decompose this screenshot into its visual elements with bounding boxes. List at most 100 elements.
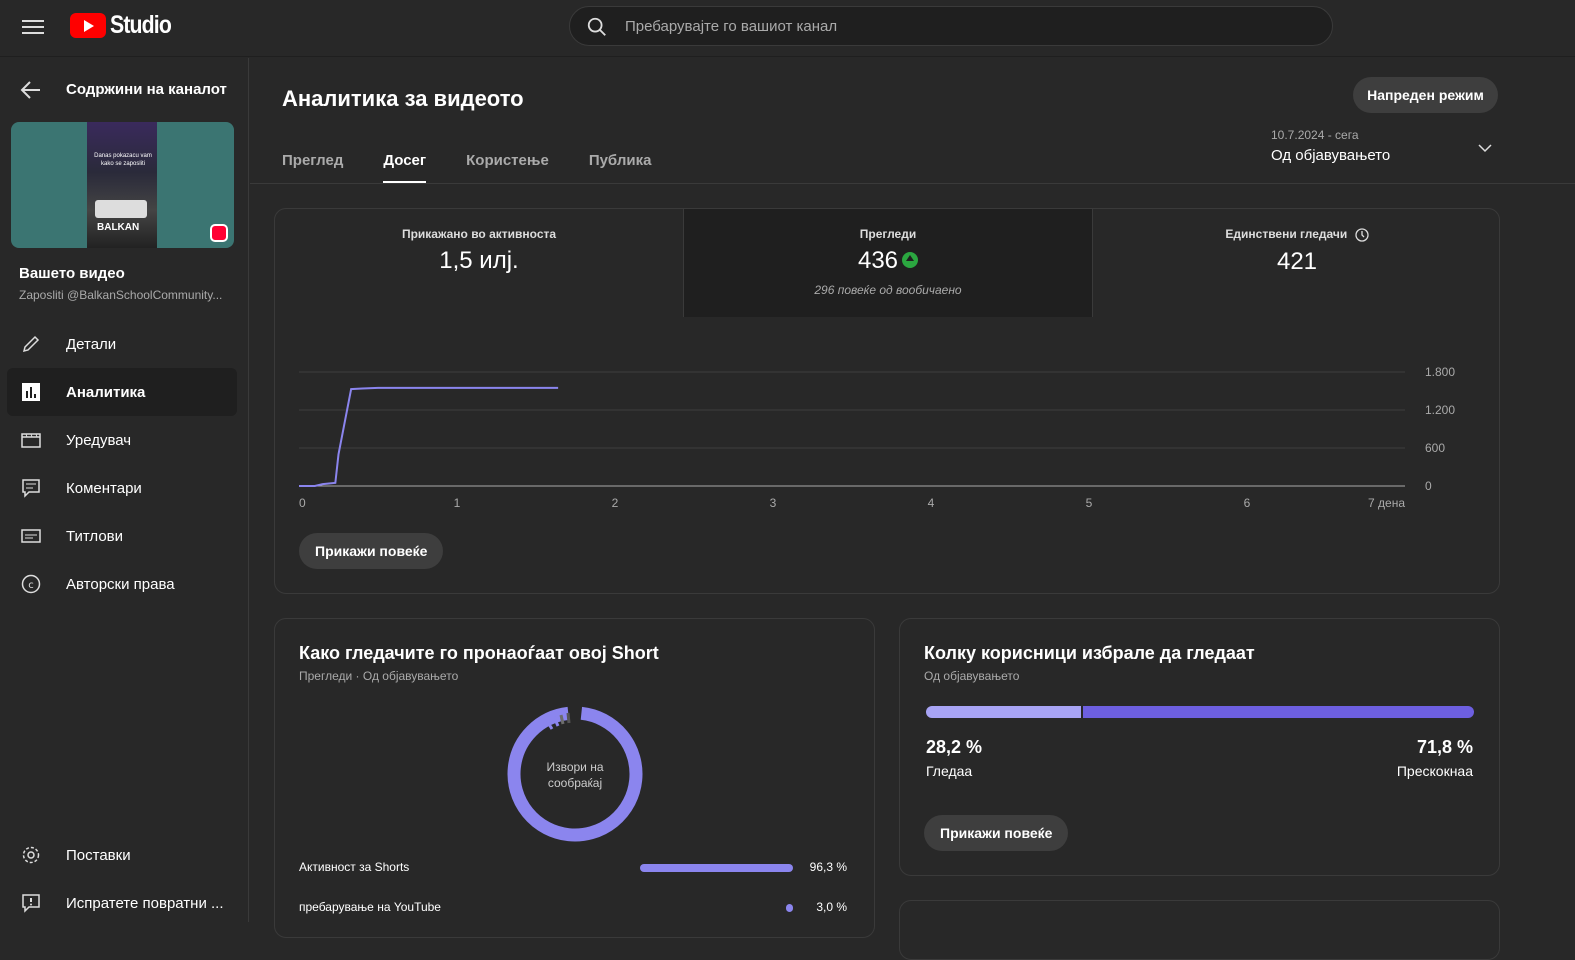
watched-segment [926, 706, 1081, 718]
traffic-sources-card: Како гледачите го пронаоѓаат овој Short … [274, 618, 875, 938]
views-value: 436 [857, 247, 899, 274]
thumbnail-brand: BALKAN [97, 222, 140, 233]
y-tick-label: 0 [1425, 479, 1432, 493]
thumbnail-text: Danas pokazacu vam kako se zaposliti [94, 153, 152, 167]
sidebar-item-label: Аналитика [66, 383, 146, 401]
card-title: Колку корисници избрале да гледаат [924, 643, 1255, 663]
video-subtitle: Zaposliti @BalkanSchoolCommunity... [19, 288, 223, 302]
source-bar [786, 904, 793, 912]
trend-up-icon [902, 251, 919, 268]
metric-note: 296 повеќе од вообичаено [814, 283, 962, 297]
gear-icon [22, 846, 40, 864]
sidebar-item-label: Испратете повратни ... [66, 894, 224, 912]
x-tick-label: 4 [928, 496, 935, 510]
sidebar-item-editor[interactable]: Уредувач [7, 416, 237, 464]
date-range-selector[interactable]: 10.7.2024 - сега Од објавувањето [1271, 128, 1390, 164]
editor-icon [21, 433, 41, 448]
sidebar-title: Содржини на каналот [66, 81, 227, 98]
copyright-icon: c [21, 574, 41, 594]
date-range-label: Од објавувањето [1271, 147, 1391, 164]
metric-views[interactable]: Прегледи 436 296 повеќе од вообичаено [683, 209, 1093, 317]
sidebar-item-copyright[interactable]: c Авторски права [7, 560, 237, 608]
search-input[interactable] [625, 7, 1305, 45]
studio-logo[interactable]: Studio [70, 11, 182, 40]
source-label: Активност за Shorts [299, 860, 410, 874]
sidebar-item-feedback[interactable]: Испратете повратни ... [7, 879, 237, 927]
sidebar-item-analytics[interactable]: Аналитика [7, 368, 237, 416]
metric-label: Единствени гледачи [1093, 227, 1499, 242]
feedback-icon [22, 894, 40, 913]
chevron-down-icon[interactable] [1478, 143, 1492, 153]
analytics-icon [22, 383, 40, 401]
sidebar-item-comments[interactable]: Коментари [7, 464, 237, 512]
shorts-icon [210, 224, 228, 242]
svg-text:c: c [28, 580, 34, 591]
watch-skip-bar [926, 706, 1474, 718]
watch-vs-skip-card: Колку корисници избрале да гледаат Од об… [899, 618, 1500, 876]
x-tick-label: 6 [1244, 496, 1251, 510]
source-value: 3,0 % [816, 900, 847, 914]
views-series-line [299, 386, 559, 487]
thumbnail-car [95, 200, 147, 218]
source-label: пребарување на YouTube [299, 900, 441, 914]
card-title: Како гледачите го пронаоѓаат овој Short [299, 643, 659, 663]
search-icon[interactable] [586, 16, 608, 38]
sidebar-item-label: Уредувач [66, 431, 132, 449]
sidebar-item-details[interactable]: Детали [7, 320, 237, 368]
x-tick-label: 5 [1086, 496, 1093, 510]
source-value: 96,3 % [809, 860, 847, 874]
y-tick-label: 600 [1425, 441, 1445, 455]
advanced-mode-button[interactable]: Напреден режим [1353, 77, 1498, 113]
skipped-percent: 71,8 % [1416, 737, 1473, 757]
card-subtitle: Од објавувањето [924, 669, 1020, 683]
sidebar-item-settings[interactable]: Поставки [7, 831, 237, 879]
source-bar [640, 864, 793, 872]
donut-segment-tick [559, 714, 565, 725]
metric-value: 436 [684, 247, 1092, 275]
page-title: Аналитика за видеото [282, 86, 524, 111]
studio-wordmark: Studio [110, 11, 172, 39]
card-subtitle: Прегледи · Од објавувањето [299, 669, 459, 683]
metrics-row: Прикажано во активноста 1,5 илј. Преглед… [275, 209, 1499, 317]
metric-unique-viewers[interactable]: Единствени гледачи 421 [1093, 209, 1499, 317]
y-tick-label: 1.800 [1425, 365, 1455, 379]
traffic-source-row: Активност за Shorts 96,3 % [299, 858, 847, 878]
main-content: Аналитика за видеото Напреден режим Прег… [250, 58, 1575, 960]
tab-reach[interactable]: Досег [383, 138, 427, 184]
donut-segment-tick [566, 712, 571, 724]
reach-overview-card: Прикажано во активноста 1,5 илј. Преглед… [274, 208, 1500, 594]
y-tick-label: 1.200 [1425, 403, 1455, 417]
tab-audience[interactable]: Публика [589, 138, 652, 184]
clock-icon [1354, 228, 1369, 242]
tab-engagement[interactable]: Користење [466, 138, 549, 184]
metric-label: Прикажано во активноста [401, 227, 557, 241]
traffic-source-row: пребарување на YouTube 3,0 % [299, 898, 847, 918]
sidebar-item-label: Титлови [66, 527, 124, 545]
back-arrow-icon[interactable] [20, 80, 42, 100]
divider [250, 183, 1575, 184]
search-box[interactable] [569, 6, 1333, 46]
sidebar: Содржини на каналот Danas pokazacu vam k… [0, 58, 249, 922]
show-more-button[interactable]: Прикажи повеќе [924, 815, 1069, 851]
show-more-button[interactable]: Прикажи повеќе [299, 533, 444, 569]
tabs: Преглед Досег Користење Публика [282, 138, 691, 184]
top-bar: Studio [0, 0, 1575, 57]
metric-value: 1,5 илј. [439, 247, 519, 274]
menu-icon[interactable] [22, 16, 44, 36]
tab-overview[interactable]: Преглед [282, 138, 343, 184]
video-thumbnail[interactable]: Danas pokazacu vam kako se zaposliti BAL… [11, 122, 234, 248]
watched-percent: 28,2 % [926, 737, 983, 757]
sidebar-item-subtitles[interactable]: Титлови [7, 512, 237, 560]
youtube-logo-icon [70, 13, 106, 38]
sidebar-item-label: Коментари [66, 479, 142, 497]
subtitles-icon [21, 529, 41, 543]
x-tick-label: 1 [454, 496, 461, 510]
next-card [899, 900, 1500, 960]
sidebar-item-label: Детали [66, 335, 117, 353]
metric-impressions[interactable]: Прикажано во активноста 1,5 илј. [275, 209, 683, 317]
thumbnail-frame: Danas pokazacu vam kako se zaposliti BAL… [87, 122, 157, 248]
sidebar-item-label: Авторски права [66, 575, 175, 593]
views-line-chart: 0 600 1.200 1.800 0 1 2 3 4 5 6 7 дена [299, 365, 1455, 510]
comments-icon [22, 479, 40, 498]
watched-label: Гледаа [926, 763, 973, 779]
